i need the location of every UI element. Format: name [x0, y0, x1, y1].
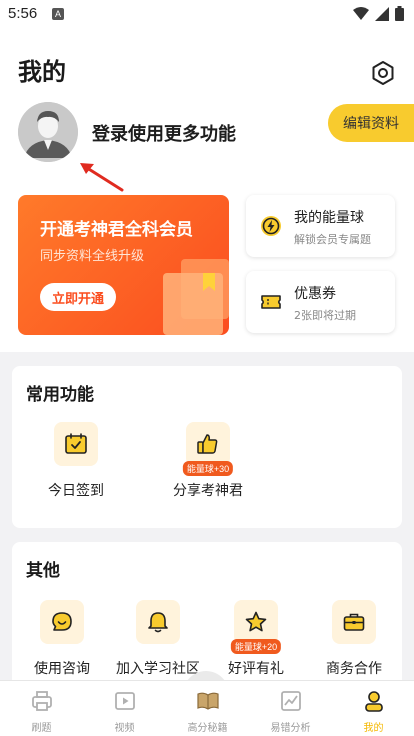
checkin-icon-box	[54, 422, 98, 466]
status-icons	[353, 6, 404, 21]
battery-icon	[395, 6, 404, 21]
page-title: 我的	[18, 58, 66, 86]
login-prompt[interactable]: 登录使用更多功能	[92, 120, 236, 146]
review-badge: 能量球+20	[230, 639, 282, 654]
common-functions-section: 常用功能 今日签到 能量球+30 分享考神君	[12, 366, 402, 528]
pointer-arrow-icon	[80, 163, 124, 192]
tab-label: 高分秘籍	[187, 723, 228, 734]
review-icon-box: 能量球+20	[230, 600, 282, 654]
thumbs-up-icon	[197, 434, 218, 454]
other-title: 其他	[26, 561, 60, 581]
business-icon-box	[332, 600, 376, 644]
open-vip-button[interactable]: 立即开通	[40, 283, 116, 311]
ticket-icon	[261, 295, 281, 309]
community-item[interactable]: 加入学习社区	[108, 600, 208, 678]
consult-icon-box	[40, 600, 84, 644]
profile-area: 我的 登录使用更多功能 编辑资料 开通考神君全科会员 同步资料全线升级 立即开通	[0, 28, 414, 352]
share-badge: 能量球+30	[182, 461, 234, 476]
review-label: 好评有礼	[228, 661, 284, 677]
tab-video[interactable]: 视频	[83, 681, 166, 736]
user-icon	[364, 691, 383, 712]
bell-icon	[148, 612, 168, 633]
status-bar: 5:56 A	[0, 0, 414, 28]
energy-ball-card[interactable]: 我的能量球 解锁会员专属题	[246, 195, 395, 257]
default-user-icon	[18, 102, 78, 162]
checkin-item[interactable]: 今日签到	[26, 422, 126, 500]
vip-card[interactable]: 开通考神君全科会员 同步资料全线升级 立即开通	[18, 195, 229, 335]
wifi-icon	[353, 6, 369, 20]
avatar[interactable]	[18, 102, 78, 162]
chat-icon	[52, 612, 72, 631]
vip-subtitle: 同步资料全线升级	[40, 249, 145, 264]
tab-label: 易错分析	[270, 723, 311, 734]
tab-mine[interactable]: 我的	[332, 681, 414, 736]
business-label: 商务合作	[326, 661, 382, 677]
printer-icon	[31, 691, 52, 711]
coupon-card[interactable]: 优惠券 2张即将过期	[246, 271, 395, 333]
tab-error-analysis[interactable]: 易错分析	[249, 681, 332, 736]
common-functions-title: 常用功能	[26, 385, 94, 405]
review-item[interactable]: 能量球+20 好评有礼	[206, 600, 306, 678]
vip-title: 开通考神君全科会员	[40, 220, 193, 240]
briefcase-icon	[343, 613, 365, 631]
settings-icon[interactable]	[370, 60, 396, 86]
energy-ball-title: 我的能量球	[294, 210, 364, 226]
signal-icon	[375, 6, 389, 21]
checkin-label: 今日签到	[48, 483, 104, 499]
business-item[interactable]: 商务合作	[304, 600, 404, 678]
consult-label: 使用咨询	[34, 661, 90, 677]
share-label: 分享考神君	[173, 483, 243, 499]
app-notification-icon: A	[52, 8, 64, 20]
book-illustration-icon	[163, 259, 229, 335]
star-icon	[245, 611, 267, 632]
energy-ball-subtitle: 解锁会员专属题	[294, 233, 371, 246]
tab-label: 我的	[363, 723, 384, 734]
community-icon-box	[136, 600, 180, 644]
tab-secrets[interactable]: 高分秘籍	[166, 681, 249, 736]
coupon-title: 优惠券	[294, 286, 336, 302]
book-icon	[196, 692, 219, 710]
coupon-subtitle: 2张即将过期	[294, 309, 356, 322]
calendar-check-icon	[65, 433, 87, 454]
tab-label: 视频	[114, 723, 135, 734]
share-icon-box: 能量球+30	[182, 422, 234, 476]
tab-label: 刷题	[31, 723, 52, 734]
lightning-icon	[261, 216, 281, 236]
consult-item[interactable]: 使用咨询	[12, 600, 112, 678]
share-item[interactable]: 能量球+30 分享考神君	[158, 422, 258, 500]
bottom-tab-bar: 刷题 视频 高分秘籍 易错分析 我的	[0, 680, 414, 736]
edit-profile-button[interactable]: 编辑资料	[328, 104, 414, 142]
tab-shuati[interactable]: 刷题	[0, 681, 83, 736]
chart-icon	[280, 691, 301, 711]
play-icon	[114, 692, 135, 710]
status-time: 5:56	[8, 5, 38, 22]
